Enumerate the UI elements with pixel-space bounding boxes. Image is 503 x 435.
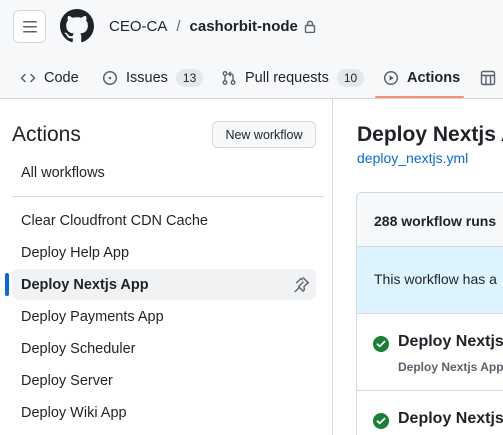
breadcrumb-separator: /	[176, 18, 181, 35]
workflow-run-row[interactable]: Deploy Nextjs	[357, 391, 503, 435]
check-circle-icon	[373, 413, 389, 429]
sidebar-divider	[12, 196, 324, 197]
workflow-title: Deploy Nextjs App	[357, 123, 503, 146]
tab-actions[interactable]: Actions	[383, 56, 460, 99]
tab-projects[interactable]	[480, 56, 503, 99]
pin-icon[interactable]	[293, 276, 310, 293]
notice-text: This workflow has a	[374, 271, 497, 287]
workflow-item[interactable]: Deploy Payments App	[12, 301, 316, 332]
workflow-notice: This workflow has a	[357, 247, 503, 314]
tab-label: Actions	[407, 69, 461, 86]
tab-issues[interactable]: Issues 13	[102, 56, 204, 99]
workflow-file-link[interactable]: deploy_nextjs.yml	[357, 150, 468, 166]
new-workflow-button[interactable]: New workflow	[212, 121, 316, 148]
tab-code[interactable]: Code	[20, 56, 79, 99]
issue-icon	[102, 70, 118, 85]
breadcrumb-repo[interactable]: cashorbit-node	[190, 18, 298, 35]
workflow-label: Deploy Nextjs App	[21, 276, 149, 293]
run-title[interactable]: Deploy Nextjs	[398, 410, 503, 428]
run-subtitle: Deploy Nextjs App	[398, 360, 503, 374]
issues-count-badge: 13	[175, 68, 204, 87]
code-icon	[20, 73, 36, 82]
workflow-item[interactable]: Deploy Server	[12, 365, 316, 396]
workflow-item[interactable]: Clear Cloudfront CDN Cache	[12, 205, 316, 236]
tab-label: Issues	[126, 69, 168, 86]
workflow-label: Deploy Payments App	[21, 308, 164, 325]
play-icon	[383, 70, 399, 85]
workflow-item[interactable]: Deploy Scheduler	[12, 333, 316, 364]
menu-button[interactable]	[13, 10, 46, 43]
tab-pull-requests[interactable]: Pull requests 10	[221, 56, 365, 99]
tab-label: Code	[44, 69, 79, 86]
workflow-item[interactable]: Deploy Wiki App	[12, 397, 316, 428]
sidebar-title: Actions	[12, 123, 81, 146]
workflow-main: Deploy Nextjs App deploy_nextjs.yml 288 …	[334, 99, 503, 435]
runs-count: 288 workflow runs	[374, 213, 497, 229]
workflow-item-selected[interactable]: Deploy Nextjs App	[12, 269, 316, 300]
selected-indicator	[5, 273, 9, 296]
workflow-label: Deploy Help App	[21, 244, 130, 261]
all-workflows-link[interactable]: All workflows	[21, 165, 105, 181]
pull-request-icon	[222, 70, 236, 85]
run-title[interactable]: Deploy Nextjs	[398, 333, 503, 351]
breadcrumb: CEO-CA / cashorbit-node	[109, 18, 316, 35]
tab-label: Pull requests	[245, 69, 329, 86]
repo-header: CEO-CA / cashorbit-node Code Issues 13 P…	[0, 0, 503, 99]
actions-sidebar: Actions New workflow All workflows Clear…	[0, 99, 333, 435]
workflow-runs-box: 288 workflow runs This workflow has a De…	[356, 192, 503, 435]
workflow-label: Deploy Scheduler	[21, 340, 136, 357]
breadcrumb-owner[interactable]: CEO-CA	[109, 18, 167, 35]
runs-header: 288 workflow runs	[357, 193, 503, 247]
workflow-run-row[interactable]: Deploy Nextjs Deploy Nextjs App	[357, 314, 503, 391]
workflow-label: Deploy Wiki App	[21, 404, 127, 421]
workflow-item[interactable]: Deploy Help App	[12, 237, 316, 268]
lock-icon	[304, 20, 316, 33]
workflow-label: Deploy Server	[21, 372, 113, 389]
projects-icon	[480, 70, 496, 85]
check-circle-icon	[373, 336, 389, 352]
active-tab-indicator	[375, 96, 464, 98]
repo-tabs: Code Issues 13 Pull requests 10 Actions	[0, 56, 503, 99]
github-logo[interactable]	[60, 9, 94, 43]
pull-requests-count-badge: 10	[336, 68, 365, 87]
hamburger-icon	[22, 20, 37, 32]
workflow-label: Clear Cloudfront CDN Cache	[21, 212, 208, 229]
